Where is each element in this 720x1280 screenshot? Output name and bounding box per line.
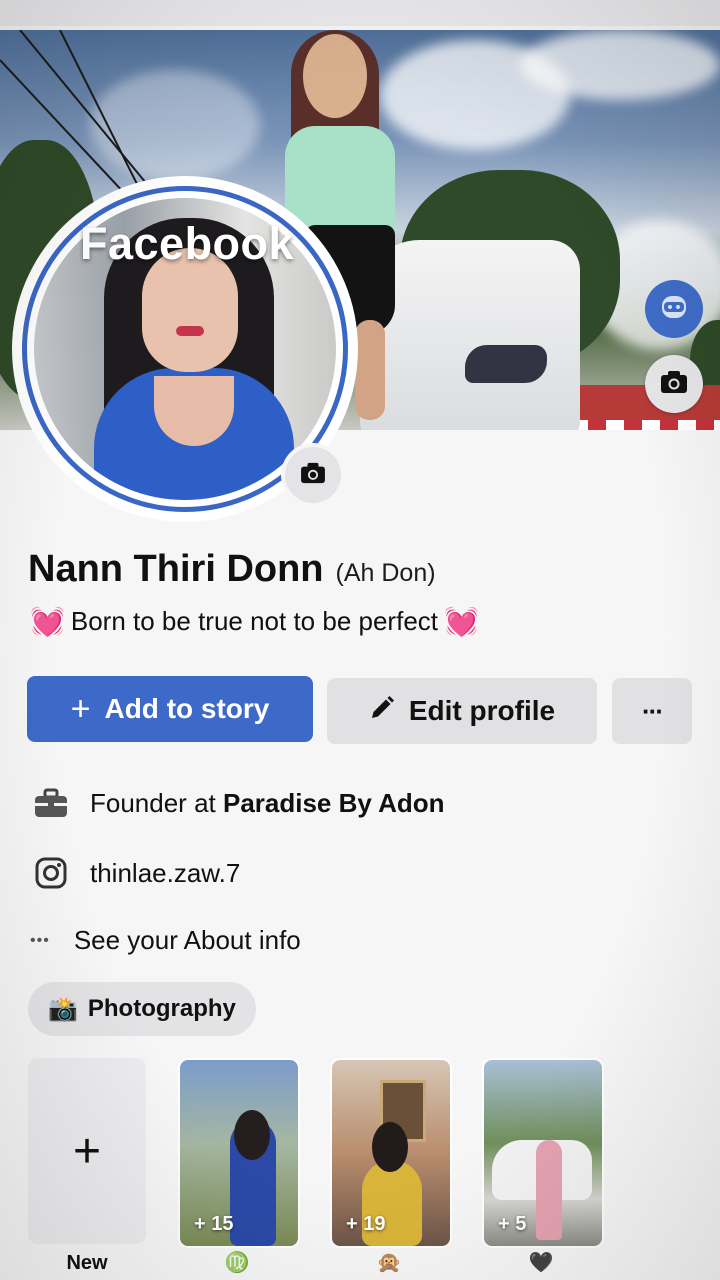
profile-name-row: Nann Thiri Donn (Ah Don) [28, 548, 436, 591]
striped-curb [570, 420, 720, 430]
featured-count: + 5 [498, 1213, 527, 1235]
more-options-button[interactable]: ··· [612, 678, 692, 744]
camera-icon [660, 370, 688, 399]
edit-profile-button[interactable]: Edit profile [327, 678, 597, 744]
see-about-info-label: See your About info [73, 925, 301, 955]
more-dots-icon: ··· [642, 695, 664, 726]
instagram-handle: thinlae.zaw.7 [90, 857, 241, 888]
profile-name: Nann Thiri Donn [28, 548, 324, 590]
instagram-icon [34, 856, 68, 890]
avatar-face-icon [659, 292, 689, 327]
hobby-label: Photography [87, 995, 236, 1022]
edit-cover-button[interactable] [645, 355, 703, 413]
heart-emoji: 💓 [444, 606, 479, 637]
car-headlight [465, 345, 547, 383]
edit-profile-picture-button[interactable] [285, 447, 341, 503]
camera-flash-icon: 📸 [48, 995, 78, 1023]
plus-icon: + [72, 1124, 102, 1178]
work-prefix: Founder at [90, 787, 216, 818]
add-to-story-button[interactable]: + Add to story [27, 676, 313, 742]
new-featured-label: New [66, 1252, 108, 1274]
briefcase-icon [34, 786, 68, 820]
plus-icon: + [70, 689, 91, 728]
work-company[interactable]: Paradise By Adon [223, 788, 445, 818]
featured-label: 🖤 [528, 1252, 554, 1274]
featured-count: + 19 [346, 1213, 386, 1235]
new-featured-button[interactable]: + [28, 1058, 146, 1244]
add-to-story-label: Add to story [104, 693, 270, 724]
cloud [520, 30, 720, 100]
featured-label: 🙊 [376, 1252, 402, 1274]
avatar-button[interactable] [645, 280, 703, 338]
instagram-detail[interactable]: thinlae.zaw.7 [34, 856, 240, 890]
dots-icon: ••• [30, 931, 50, 949]
facebook-watermark: Facebook [80, 218, 295, 269]
featured-label: ♍ [224, 1252, 250, 1274]
featured-count: + 15 [194, 1213, 234, 1235]
profile-bio: 💓 Born to be true not to be perfect 💓 [30, 605, 479, 638]
pencil-icon [369, 695, 395, 728]
featured-collection[interactable]: + 5 [482, 1058, 604, 1248]
bio-text: Born to be true not to be perfect [70, 606, 438, 636]
heart-emoji: 💓 [30, 606, 65, 637]
hobby-chip-photography[interactable]: 📸 Photography [28, 982, 256, 1036]
featured-collection[interactable]: + 19 [330, 1058, 452, 1248]
alternate-name: (Ah Don) [335, 559, 436, 587]
work-detail: Founder at Paradise By Adon [34, 786, 445, 820]
camera-icon [300, 462, 326, 489]
edit-profile-label: Edit profile [408, 695, 556, 726]
featured-collection[interactable]: + 15 [178, 1058, 300, 1248]
see-about-info-link[interactable]: ••• See your About info [30, 925, 301, 956]
